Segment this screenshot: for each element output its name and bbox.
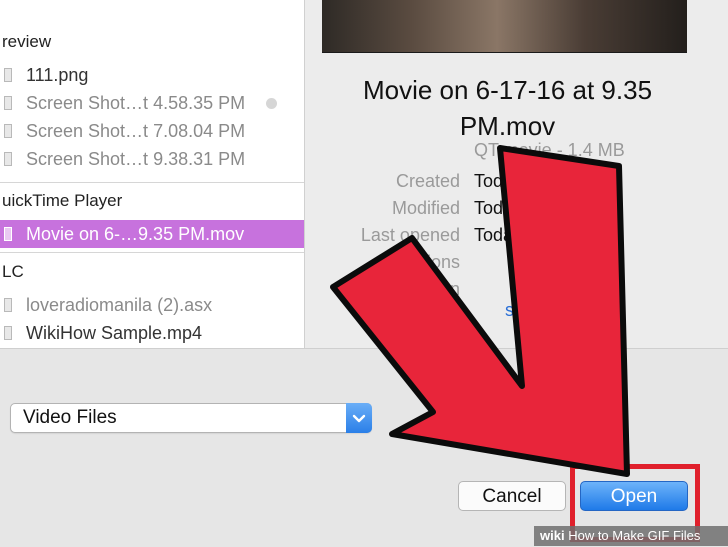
pointer-arrow-icon [330, 145, 630, 477]
pointer-arrow-overlay [330, 145, 630, 477]
watermark-brand: wiki [540, 528, 565, 543]
watermark-text: How to Make GIF Files [568, 528, 701, 543]
open-file-dialog: review 111.png Screen Shot…t 4.58.35 PM … [0, 0, 728, 547]
watermark: wiki How to Make GIF Files [534, 526, 728, 546]
